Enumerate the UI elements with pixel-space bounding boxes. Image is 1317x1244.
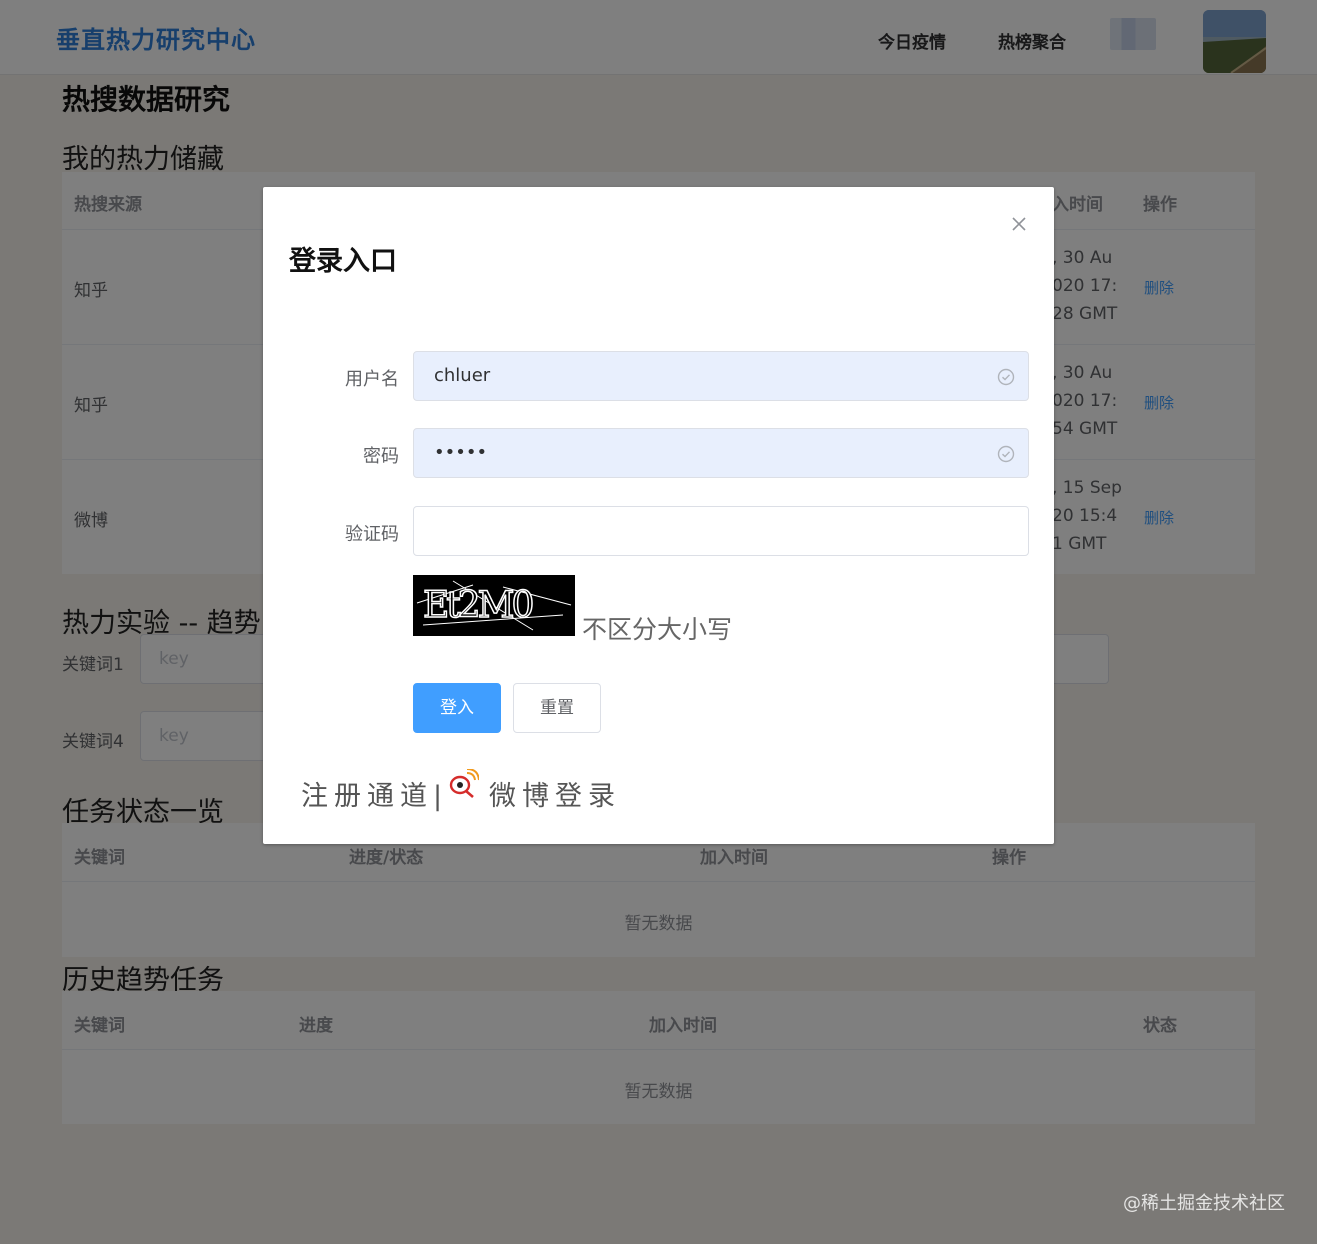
login-button[interactable]: 登入 (413, 683, 501, 733)
username-input[interactable]: chluer (413, 351, 1029, 401)
weibo-icon[interactable] (447, 768, 480, 799)
watermark: @稀土掘金技术社区 (1123, 1193, 1285, 1214)
dialog-title: 登录入口 (289, 246, 397, 277)
username-label: 用户名 (345, 369, 399, 390)
captcha-input[interactable] (413, 506, 1029, 556)
captcha-label: 验证码 (345, 524, 399, 545)
captcha-text: Et2M0 (422, 584, 535, 627)
password-input[interactable]: ••••• (413, 428, 1029, 478)
captcha-hint: 不区分大小写 (582, 615, 733, 644)
check-circle-icon (997, 445, 1015, 463)
weibo-login-link[interactable]: 微博登录 (489, 774, 621, 813)
username-value: chluer (434, 365, 491, 386)
password-value: ••••• (434, 442, 488, 463)
register-link[interactable]: 注册通道| (301, 774, 448, 813)
reset-button[interactable]: 重置 (513, 683, 601, 733)
captcha-image[interactable]: Et2M0 (413, 575, 575, 636)
close-icon[interactable] (1008, 213, 1030, 235)
check-circle-icon (997, 368, 1015, 386)
password-label: 密码 (363, 446, 399, 467)
login-dialog: 登录入口 用户名 chluer 密码 ••••• 验证码 Et2M0 不区分大小… (263, 187, 1054, 844)
